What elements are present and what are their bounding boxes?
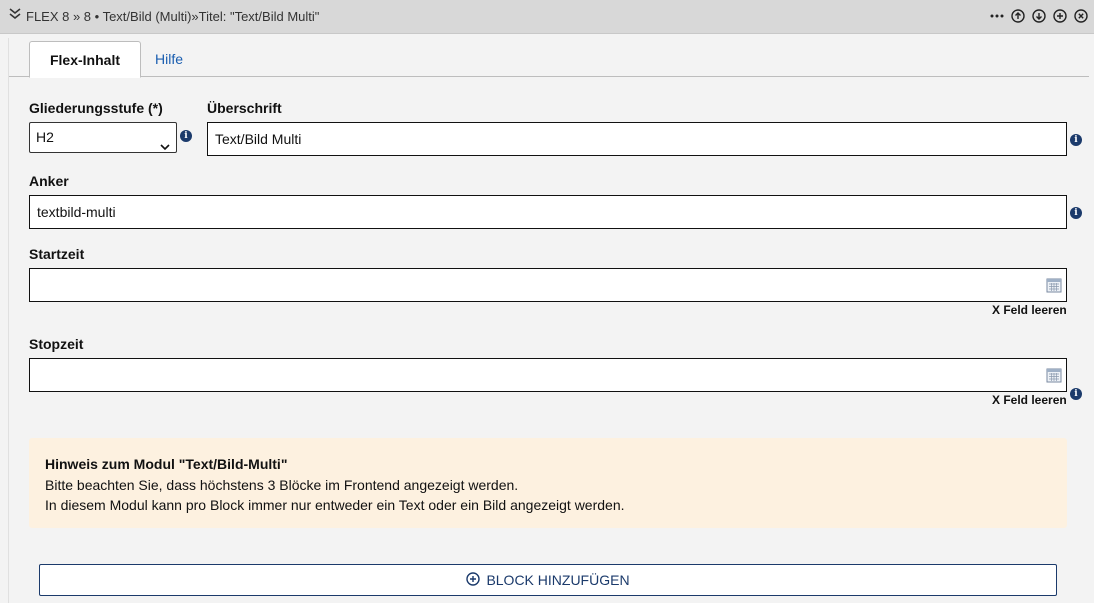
- add-circle-icon: [466, 571, 481, 589]
- level-label: Gliederungsstufe (*): [29, 100, 163, 116]
- stop-clear-button[interactable]: X Feld leeren: [992, 393, 1067, 407]
- start-clear-button[interactable]: X Feld leeren: [992, 303, 1067, 317]
- collapse-chevron-icon[interactable]: [8, 7, 24, 23]
- notice-line: In diesem Modul kann pro Block immer nur…: [45, 497, 625, 513]
- chevron-down-icon: [160, 133, 170, 151]
- flex-title: FLEX 8 » 8 • Text/Bild (Multi)»Titel: "T…: [26, 9, 320, 24]
- calendar-icon[interactable]: [1046, 277, 1062, 293]
- stop-input[interactable]: [29, 358, 1067, 392]
- arrow-down-icon[interactable]: [1030, 8, 1048, 24]
- anchor-info-icon[interactable]: i: [1070, 207, 1082, 219]
- stop-label: Stopzeit: [29, 336, 84, 352]
- level-select-value: H2: [36, 129, 54, 145]
- level-info-icon[interactable]: i: [180, 130, 192, 142]
- flex-panel: Flex-Inhalt Hilfe Gliederungsstufe (*) H…: [8, 38, 1089, 603]
- add-block-label: BLOCK HINZUFÜGEN: [486, 572, 630, 588]
- notice-line: Bitte beachten Sie, dass höchstens 3 Blö…: [45, 477, 519, 493]
- heading-label: Überschrift: [207, 100, 282, 116]
- flex-header: FLEX 8 » 8 • Text/Bild (Multi)»Titel: "T…: [0, 0, 1094, 34]
- anchor-label: Anker: [29, 173, 69, 189]
- module-notice: Hinweis zum Modul "Text/Bild-Multi" Bitt…: [29, 438, 1067, 528]
- calendar-icon[interactable]: [1046, 367, 1062, 383]
- notice-title: Hinweis zum Modul "Text/Bild-Multi": [45, 456, 288, 472]
- start-label: Startzeit: [29, 246, 85, 262]
- level-select[interactable]: H2: [29, 122, 177, 153]
- more-icon[interactable]: [988, 8, 1006, 24]
- tab-bar: Flex-Inhalt Hilfe: [9, 41, 1089, 78]
- tab-flex-inhalt[interactable]: Flex-Inhalt: [29, 41, 141, 78]
- anchor-input[interactable]: textbild-multi: [29, 195, 1067, 229]
- heading-info-icon[interactable]: i: [1070, 134, 1082, 146]
- heading-input[interactable]: Text/Bild Multi: [207, 122, 1067, 156]
- add-icon[interactable]: [1051, 8, 1069, 24]
- start-input[interactable]: [29, 268, 1067, 302]
- add-block-button[interactable]: BLOCK HINZUFÜGEN: [39, 564, 1057, 596]
- tab-hilfe[interactable]: Hilfe: [137, 41, 201, 77]
- arrow-up-icon[interactable]: [1009, 8, 1027, 24]
- header-actions: [988, 8, 1090, 24]
- stop-info-icon[interactable]: i: [1070, 388, 1082, 400]
- close-icon[interactable]: [1072, 8, 1090, 24]
